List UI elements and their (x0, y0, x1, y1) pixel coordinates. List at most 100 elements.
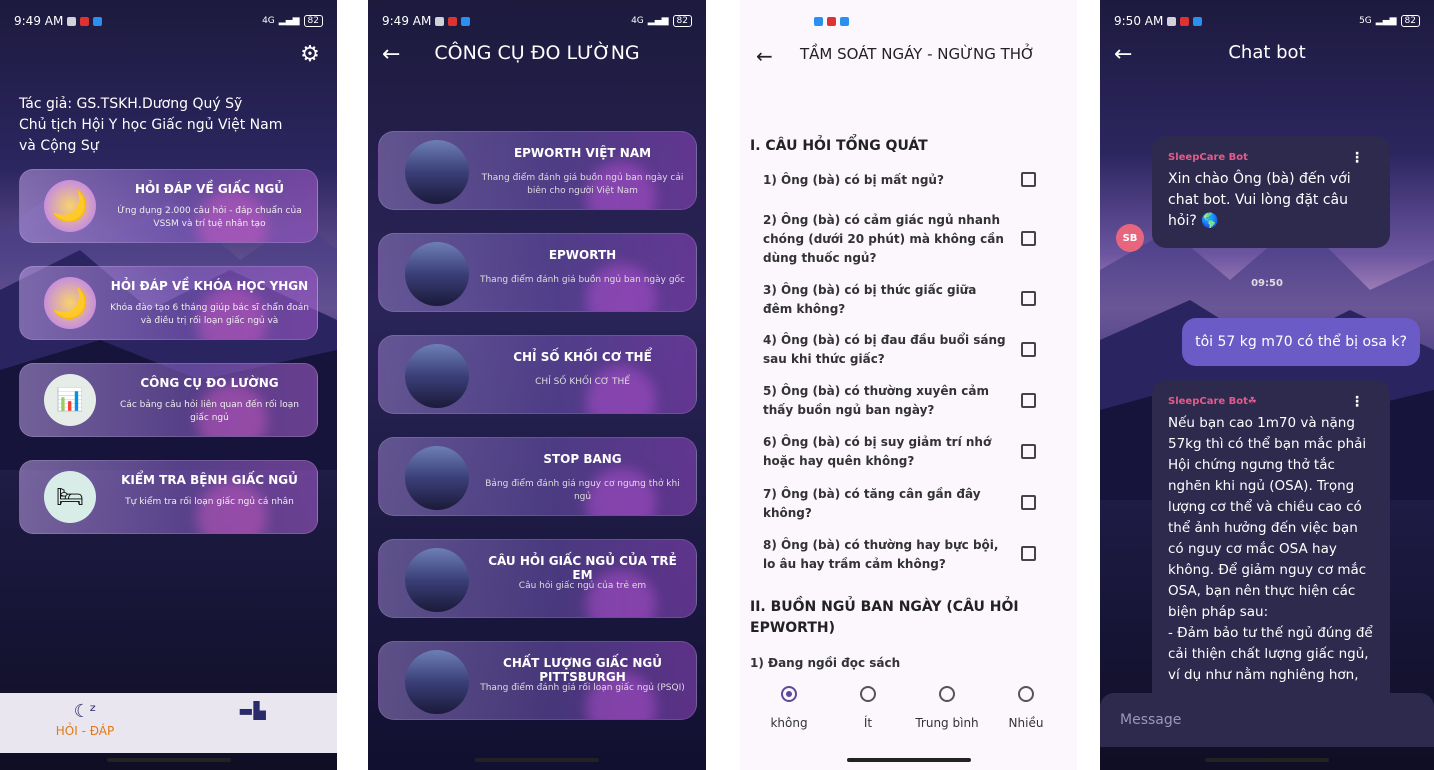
zzz-moon-icon: ☾ᶻ (73, 701, 97, 722)
mountain-thumbnail (405, 140, 469, 204)
radio-option-much[interactable] (1018, 686, 1034, 702)
status-time: 9:49 AM (14, 14, 64, 28)
question-checkbox[interactable] (1021, 172, 1036, 187)
section-heading: I. CÂU HỎI TỔNG QUÁT (750, 138, 928, 154)
tool-card-subtitle: Thang điểm đánh giá buồn ngủ ban ngày cả… (481, 173, 684, 196)
menu-card-sleep-qa[interactable]: 🌙 HỎI ĐÁP VỀ GIẤC NGỦ Ứng dụng 2.000 câu… (19, 169, 318, 243)
battery-icon: 82 (672, 15, 692, 27)
author-line: Chủ tịch Hội Y học Giấc ngủ Việt Nam (19, 117, 283, 133)
user-message: tôi 57 kg m70 có thể bị osa k? (1182, 318, 1420, 366)
battery-icon: 82 (303, 15, 323, 27)
question-text: 6) Ông (bà) có bị suy giảm trí nhớ hoặc … (763, 435, 992, 468)
status-time: 9:50 AM (1114, 14, 1164, 28)
page-title: TẦM SOÁT NGÁY - NGỪNG THỞ (800, 45, 1035, 63)
question-text: 3) Ông (bà) có bị thức giấc giữa đêm khô… (763, 283, 977, 316)
mountain-thumbnail (405, 242, 469, 306)
app-icon (827, 16, 836, 26)
menu-card-title: HỎI ĐÁP VỀ KHÓA HỌC YHGN (110, 279, 309, 293)
section-heading: II. BUỒN NGỦ BAN NGÀY (CÂU HỎI EPWORTH) (750, 599, 1019, 636)
bot-name: SleepCare Bot (1168, 152, 1248, 163)
bot-message: SleepCare Bot☘ Nếu bạn cao 1m70 và nặng … (1152, 380, 1390, 710)
signal-label: 4G (631, 16, 644, 26)
tool-card-bmi[interactable]: CHỈ SỐ KHỐI CƠ THỂ CHỈ SỐ KHỐI CƠ THỂ (378, 335, 697, 414)
tool-card-subtitle: Bảng điểm đánh giá nguy cơ ngưng thở khi… (485, 479, 680, 502)
tool-card-children-sleep[interactable]: CÂU HỎI GIẤC NGỦ CỦA TRẺ EM Câu hỏi giấc… (378, 539, 697, 618)
avatar: SB (1116, 224, 1144, 252)
app-icon (448, 16, 458, 26)
gear-icon[interactable]: ⚙ (299, 44, 321, 66)
signal-icon: ▂▄▆ (278, 16, 300, 26)
menu-card-title: HỎI ĐÁP VỀ GIẤC NGỦ (134, 182, 285, 196)
radio-label: Ít (863, 716, 873, 730)
app-icon (93, 16, 103, 26)
menu-card-subtitle: Ứng dụng 2.000 câu hỏi - đáp chuẩn của V… (117, 206, 302, 229)
home-indicator (106, 758, 231, 762)
page-title: CÔNG CỤ ĐO LƯỜNG (434, 42, 640, 64)
home-indicator (846, 758, 971, 762)
tool-card-epworth[interactable]: EPWORTH Thang điểm đánh giá buồn ngủ ban… (378, 233, 697, 312)
notification-icon (435, 16, 445, 26)
sleeping-moon-icon: 🌙 (44, 277, 96, 329)
menu-card-subtitle: Tự kiểm tra rối loạn giấc ngủ cá nhân (125, 497, 294, 507)
home-indicator (475, 758, 599, 762)
signal-icon: ▂▄▆ (1375, 16, 1397, 26)
radio-label: Trung bình (915, 716, 979, 730)
question-text: 1) Ông (bà) có bị mất ngủ? (763, 173, 944, 187)
more-vert-icon[interactable]: ⋮ (1350, 150, 1364, 166)
question-text: 7) Ông (bà) có tăng cân gần đây không? (763, 487, 981, 520)
bot-message-text: Nếu bạn cao 1m70 và nặng 57kg thì có thể… (1168, 415, 1373, 683)
menu-card-course-qa[interactable]: 🌙 HỎI ĐÁP VỀ KHÓA HỌC YHGN Khóa đào tạo … (19, 266, 318, 340)
status-bar: 9:49 AM 4G ▂▄▆ 82 (14, 12, 323, 30)
question-checkbox[interactable] (1021, 444, 1036, 459)
question-checkbox[interactable] (1021, 231, 1036, 246)
tool-card-stop-bang[interactable]: STOP BANG Bảng điểm đánh giá nguy cơ ngư… (378, 437, 697, 516)
mountain-thumbnail (405, 548, 469, 612)
tool-card-title: STOP BANG (543, 452, 622, 466)
tool-card-subtitle: Thang điểm đánh giá buồn ngủ ban ngày gố… (479, 275, 685, 285)
message-placeholder: Message (1120, 712, 1182, 728)
author-block: Tác giả: GS.TSKH.Dương Quý Sỹ Chủ tịch H… (19, 94, 319, 157)
menu-card-sleep-test[interactable]: 🛏 KIỂM TRA BỆNH GIẤC NGỦ Tự kiểm tra rối… (19, 460, 318, 534)
screen-measurement-tools: 9:49 AM 4G ▂▄▆ 82 ← CÔNG CỤ ĐO LƯỜNG EPW… (368, 0, 706, 770)
back-arrow-icon[interactable]: ← (756, 44, 773, 68)
battery-icon: 82 (1400, 15, 1420, 27)
radio-option-medium[interactable] (939, 686, 955, 702)
mountain-thumbnail (405, 446, 469, 510)
menu-card-measurement-tools[interactable]: 📊 CÔNG CỤ ĐO LƯỜNG Các bảng câu hỏi liên… (19, 363, 318, 437)
question-checkbox[interactable] (1021, 495, 1036, 510)
menu-card-subtitle: Khóa đào tạo 6 tháng giúp bác sĩ chẩn đo… (110, 303, 309, 326)
question-checkbox[interactable] (1021, 291, 1036, 306)
notification-icon (67, 16, 77, 26)
message-input[interactable]: Message (1100, 693, 1434, 747)
app-icon (1193, 16, 1203, 26)
radio-option-none[interactable] (781, 686, 797, 702)
message-time: 09:50 (1251, 278, 1283, 289)
nav-label-qa: HỎI - ĐÁP (55, 724, 115, 738)
question-text: 5) Ông (bà) có thường xuyên cảm thấy buồ… (763, 384, 989, 417)
question-checkbox[interactable] (1021, 546, 1036, 561)
bot-name: SleepCare Bot☘ (1168, 396, 1257, 407)
screen-screening-questionnaire: ← TẦM SOÁT NGÁY - NGỪNG THỞ I. CÂU HỎI T… (740, 0, 1077, 770)
tool-card-title: CHỈ SỐ KHỐI CƠ THỂ (513, 350, 652, 364)
signal-label: 5G (1359, 16, 1372, 26)
nav-item-qa[interactable]: ☾ᶻ HỎI - ĐÁP (52, 701, 118, 738)
radio-label: không (770, 716, 808, 730)
tool-card-subtitle: Thang điểm đánh giá rối loạn giấc ngủ (P… (480, 683, 685, 693)
tool-card-pittsburgh[interactable]: CHẤT LƯỢNG GIẤC NGỦ PITTSBURGH Thang điể… (378, 641, 697, 720)
epworth-question: 1) Đang ngồi đọc sách (750, 656, 901, 670)
tool-card-epworth-vn[interactable]: EPWORTH VIỆT NAM Thang điểm đánh giá buồ… (378, 131, 697, 210)
author-line: Tác giả: GS.TSKH.Dương Quý Sỹ (19, 96, 243, 112)
nav-item-bed[interactable]: ▬▙ (232, 701, 272, 720)
status-bar: 9:50 AM 5G ▂▄▆ 82 (1114, 12, 1420, 30)
tool-card-title: CÂU HỎI GIẤC NGỦ CỦA TRẺ EM (488, 554, 677, 582)
question-text: 8) Ông (bà) có thường hay bực bội, lo âu… (763, 538, 999, 571)
question-checkbox[interactable] (1021, 393, 1036, 408)
tool-card-title: EPWORTH (548, 248, 617, 262)
question-text: 4) Ông (bà) có bị đau đầu buổi sáng sau … (763, 333, 1006, 366)
app-icon (1180, 16, 1190, 26)
radio-option-little[interactable] (860, 686, 876, 702)
sleeping-moon-icon: 🌙 (44, 180, 96, 232)
tool-card-title: EPWORTH VIỆT NAM (513, 146, 652, 160)
question-checkbox[interactable] (1021, 342, 1036, 357)
more-vert-icon[interactable]: ⋮ (1350, 394, 1364, 410)
